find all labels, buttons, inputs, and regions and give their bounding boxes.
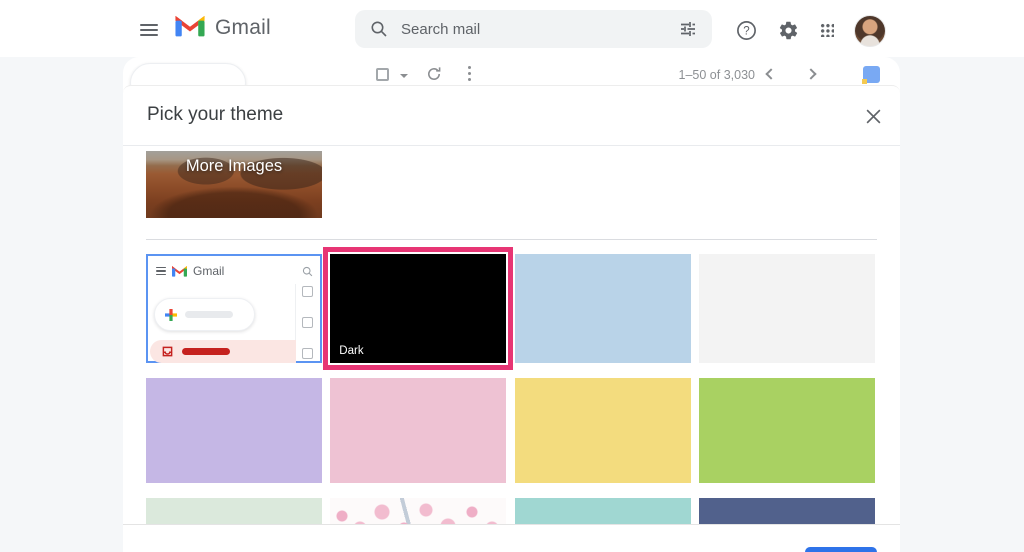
dialog-title: Pick your theme: [147, 104, 283, 126]
mail-toolbar: 1–50 of 3,030: [123, 57, 900, 85]
gmail-wordmark: Gmail: [215, 16, 271, 40]
preview-inbox-label-bar: [182, 348, 230, 355]
preview-topbar: Gmail: [148, 256, 320, 278]
preview-checkbox: [302, 348, 313, 359]
preview-gmail-wordmark: Gmail: [193, 264, 296, 278]
theme-tile-teal[interactable]: [515, 498, 691, 524]
gmail-logo-icon: [175, 14, 205, 42]
preview-compose-plus-icon: [165, 309, 177, 321]
theme-scroll-area: More Images Gmail Dark: [123, 146, 900, 524]
select-all-checkbox[interactable]: [376, 68, 389, 81]
google-apps-icon[interactable]: [816, 19, 838, 41]
close-icon[interactable]: [863, 106, 883, 126]
dialog-footer: [123, 524, 900, 552]
save-button[interactable]: [805, 547, 877, 552]
search-input[interactable]: Search mail: [355, 10, 712, 48]
refresh-icon[interactable]: [426, 66, 442, 87]
theme-grid: Gmail Dark: [146, 254, 875, 524]
result-count: 1–50 of 3,030: [613, 68, 755, 82]
preview-gmail-logo-icon: [172, 265, 187, 277]
help-icon[interactable]: ?: [735, 19, 757, 41]
dialog-header: Pick your theme: [123, 86, 900, 146]
preview-checkbox: [302, 317, 313, 328]
theme-tile-soft-blue[interactable]: [515, 254, 691, 363]
section-divider: [146, 239, 877, 240]
older-page-icon[interactable]: [805, 68, 816, 79]
preview-compose-button: [154, 298, 255, 331]
select-dropdown-caret-icon[interactable]: [400, 74, 408, 78]
theme-tile-mint[interactable]: [146, 498, 322, 524]
calendar-panel-icon[interactable]: [863, 66, 880, 83]
search-icon[interactable]: [367, 17, 391, 41]
preview-checkbox: [302, 286, 313, 297]
theme-tile-blossom[interactable]: [330, 498, 506, 524]
newer-page-icon[interactable]: [765, 68, 776, 79]
settings-gear-icon[interactable]: [777, 19, 799, 41]
theme-tile-light-gray[interactable]: [699, 254, 875, 363]
preview-search-icon: [302, 266, 313, 277]
theme-tile-green[interactable]: [699, 378, 875, 483]
search-placeholder: Search mail: [401, 21, 676, 38]
more-images-label: More Images: [146, 157, 322, 176]
theme-tile-default-light[interactable]: Gmail: [146, 254, 322, 363]
account-avatar[interactable]: [854, 15, 886, 47]
more-images-tile[interactable]: More Images: [146, 151, 322, 218]
theme-tile-label: Dark: [339, 345, 363, 357]
gmail-header: Gmail Search mail ?: [0, 0, 1024, 57]
preview-menu-icon: [156, 265, 166, 278]
main-menu-icon[interactable]: [137, 17, 161, 41]
theme-tile-dark[interactable]: Dark: [330, 254, 506, 363]
more-options-icon[interactable]: [468, 66, 471, 84]
theme-picker-dialog: Pick your theme More Images Gmail: [123, 85, 900, 552]
preview-text-bar: [185, 311, 233, 318]
preview-inbox-row: [150, 340, 296, 363]
theme-tile-slate[interactable]: [699, 498, 875, 524]
theme-tile-daffodil[interactable]: [515, 378, 691, 483]
search-options-icon[interactable]: [676, 17, 700, 41]
theme-tile-lavender[interactable]: [146, 378, 322, 483]
svg-text:?: ?: [743, 25, 749, 37]
preview-inbox-icon: [162, 346, 173, 357]
theme-tile-rose[interactable]: [330, 378, 506, 483]
gmail-brand: Gmail: [175, 14, 271, 42]
